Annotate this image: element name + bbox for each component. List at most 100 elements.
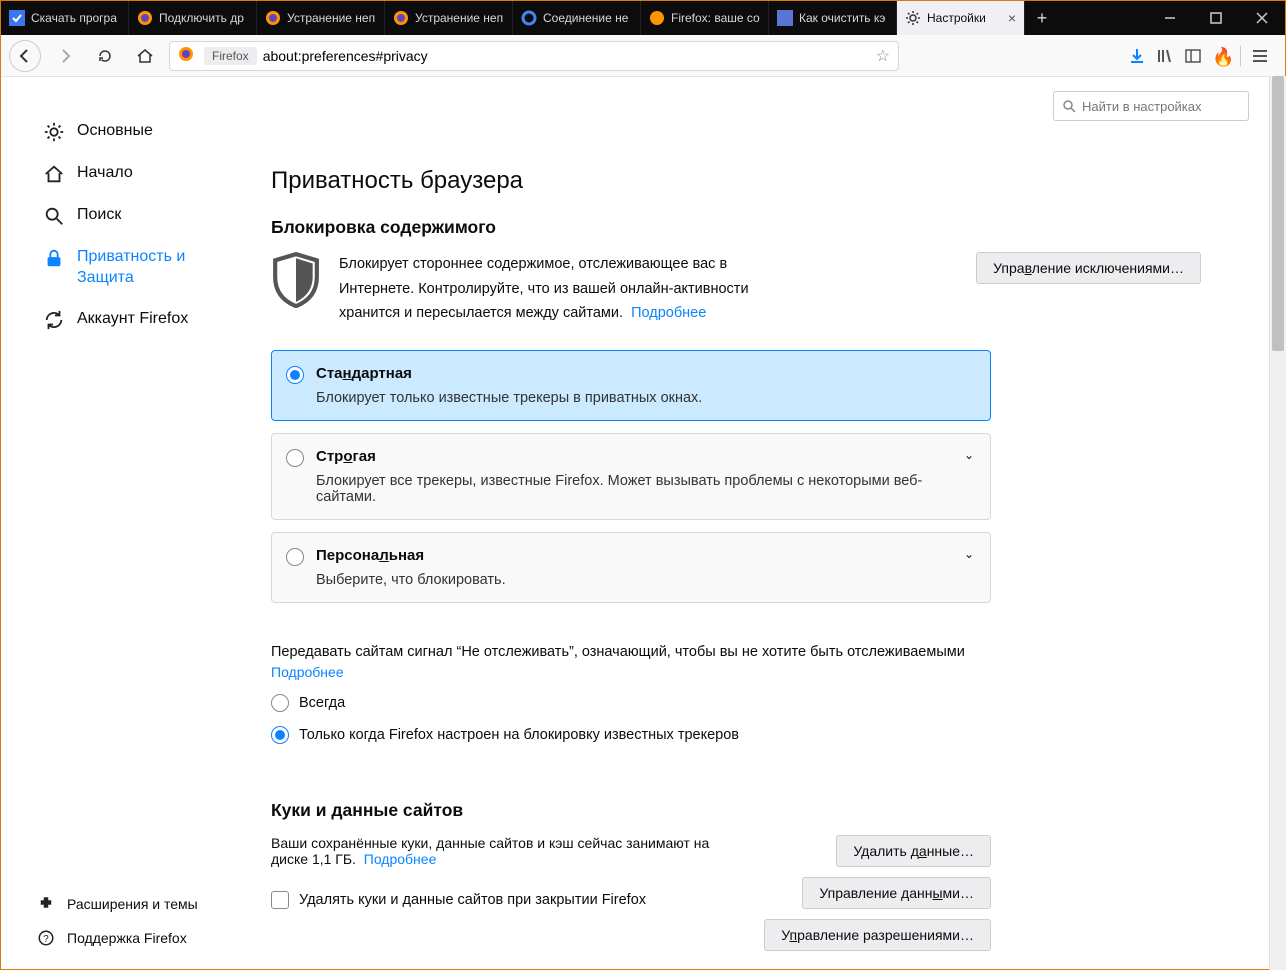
library-icon[interactable] [1156, 47, 1174, 65]
firefox-icon [393, 10, 409, 26]
manage-data-button[interactable]: Управление данными… [802, 877, 991, 909]
radio-icon [286, 449, 304, 467]
search-icon [1062, 99, 1076, 113]
radio-icon [271, 694, 289, 712]
radio-icon [286, 548, 304, 566]
forward-button[interactable] [49, 40, 81, 72]
delete-on-close-checkbox[interactable]: Удалять куки и данные сайтов при закрыти… [271, 891, 744, 909]
home-icon [43, 163, 65, 185]
separator [1240, 46, 1241, 66]
dnt-text: Передавать сайтам сигнал “Не отслеживать… [271, 641, 991, 664]
back-button[interactable] [9, 40, 41, 72]
svg-text:?: ? [43, 934, 49, 945]
section-title: Блокировка содержимого [271, 217, 1201, 238]
card-title: Персональная [316, 547, 972, 564]
sidebar-support[interactable]: ? Поддержка Firefox [37, 921, 198, 955]
sidebar-item-home[interactable]: Начало [37, 153, 231, 195]
settings-sidebar: Основные Начало Поиск Приватность и Защи… [1, 77, 241, 969]
url-bar[interactable]: Firefox ☆ [169, 41, 899, 71]
radio-icon [286, 366, 304, 384]
radio-icon [271, 726, 289, 744]
card-strict[interactable]: ⌄ Строгая Блокирует все трекеры, известн… [271, 433, 991, 520]
radio-label: Всегда [299, 695, 345, 711]
footer-label: Расширения и темы [67, 896, 198, 912]
card-desc: Блокирует только известные трекеры в при… [316, 390, 972, 406]
tab-5[interactable]: Firefox: ваше со [641, 1, 769, 35]
manage-permissions-button[interactable]: Управление разрешениями… [764, 919, 991, 951]
reload-button[interactable] [89, 40, 121, 72]
maximize-button[interactable] [1193, 1, 1239, 35]
tab-label: Соединение не [543, 11, 632, 25]
radio-label: Только когда Firefox настроен на блокиро… [299, 727, 739, 743]
tab-3[interactable]: Устранение неп [385, 1, 513, 35]
settings-search[interactable]: Найти в настройках [1053, 91, 1249, 121]
card-standard[interactable]: Стандартная Блокирует только известные т… [271, 350, 991, 421]
chevron-down-icon: ⌄ [964, 448, 974, 462]
sidebar-item-account[interactable]: Аккаунт Firefox [37, 299, 231, 341]
tab-label: Подключить др [159, 11, 248, 25]
card-title: Стандартная [316, 365, 972, 382]
page-title: Приватность браузера [271, 167, 1201, 195]
sidebar-label: Основные [77, 121, 153, 142]
sidebar-label: Начало [77, 163, 133, 184]
card-desc: Выберите, что блокировать. [316, 572, 972, 588]
sidebar-item-search[interactable]: Поиск [37, 195, 231, 237]
checkbox-icon [271, 891, 289, 909]
tab-2[interactable]: Устранение неп [257, 1, 385, 35]
menu-icon[interactable] [1251, 47, 1269, 65]
dnt-always[interactable]: Всегда [271, 694, 991, 712]
tab-6[interactable]: Как очистить кэ [769, 1, 897, 35]
tab-4[interactable]: Соединение не [513, 1, 641, 35]
gear-icon [43, 121, 65, 143]
sidebar-label: Поиск [77, 205, 121, 226]
clear-data-button[interactable]: Удалить данные… [836, 835, 991, 867]
home-button[interactable] [129, 40, 161, 72]
url-input[interactable] [263, 48, 870, 64]
sidebar-item-general[interactable]: Основные [37, 111, 231, 153]
tab-label: Скачать програ [31, 11, 120, 25]
tab-label: Устранение неп [287, 11, 376, 25]
dnt-learn-more[interactable]: Подробнее [271, 664, 344, 680]
sidebar-extensions[interactable]: Расширения и темы [37, 887, 198, 921]
cookies-desc: Ваши сохранённые куки, данные сайтов и к… [271, 835, 744, 867]
learn-more-link[interactable]: Подробнее [631, 305, 706, 321]
sidebar-label: Приватность и Защита [77, 247, 225, 289]
flame-icon[interactable]: 🔥 [1212, 47, 1230, 65]
tab-bar: Скачать програ Подключить др Устранение … [1, 1, 1285, 35]
help-icon: ? [37, 929, 55, 947]
card-custom[interactable]: ⌄ Персональная Выберите, что блокировать… [271, 532, 991, 603]
sidebar-label: Аккаунт Firefox [77, 309, 188, 330]
exceptions-button[interactable]: Управление исключениями… [976, 252, 1201, 284]
tab-0[interactable]: Скачать програ [1, 1, 129, 35]
scrollbar[interactable] [1269, 76, 1286, 970]
bookmark-star-icon[interactable]: ☆ [876, 46, 890, 66]
scrollbar-thumb[interactable] [1272, 76, 1284, 351]
cookies-learn-more[interactable]: Подробнее [364, 851, 437, 867]
identity-favicon [178, 46, 194, 65]
identity-label: Firefox [204, 47, 257, 65]
window-controls [1147, 1, 1285, 35]
card-desc: Блокирует все трекеры, известные Firefox… [316, 473, 972, 505]
tab-label: Устранение неп [415, 11, 504, 25]
downloads-icon[interactable] [1128, 47, 1146, 65]
firefox-icon [137, 10, 153, 26]
sidebar-item-privacy[interactable]: Приватность и Защита [37, 237, 231, 299]
minimize-button[interactable] [1147, 1, 1193, 35]
intro-text: Блокирует стороннее содержимое, отслежив… [339, 252, 769, 326]
favicon [777, 10, 793, 26]
chevron-down-icon: ⌄ [964, 547, 974, 561]
tab-label: Firefox: ваше со [671, 11, 760, 25]
tab-label: Как очистить кэ [799, 11, 888, 25]
dnt-onlywhen[interactable]: Только когда Firefox настроен на блокиро… [271, 726, 991, 744]
checkbox-label: Удалять куки и данные сайтов при закрыти… [299, 892, 646, 908]
new-tab-button[interactable]: + [1025, 1, 1059, 35]
settings-main: Найти в настройках Приватность браузера … [241, 77, 1285, 969]
tab-1[interactable]: Подключить др [129, 1, 257, 35]
close-window-button[interactable] [1239, 1, 1285, 35]
card-title: Строгая [316, 448, 972, 465]
favicon [9, 10, 25, 26]
close-tab-icon[interactable]: × [1008, 10, 1016, 26]
tab-7-active[interactable]: Настройки× [897, 1, 1025, 35]
puzzle-icon [37, 895, 55, 913]
sidebar-icon[interactable] [1184, 47, 1202, 65]
